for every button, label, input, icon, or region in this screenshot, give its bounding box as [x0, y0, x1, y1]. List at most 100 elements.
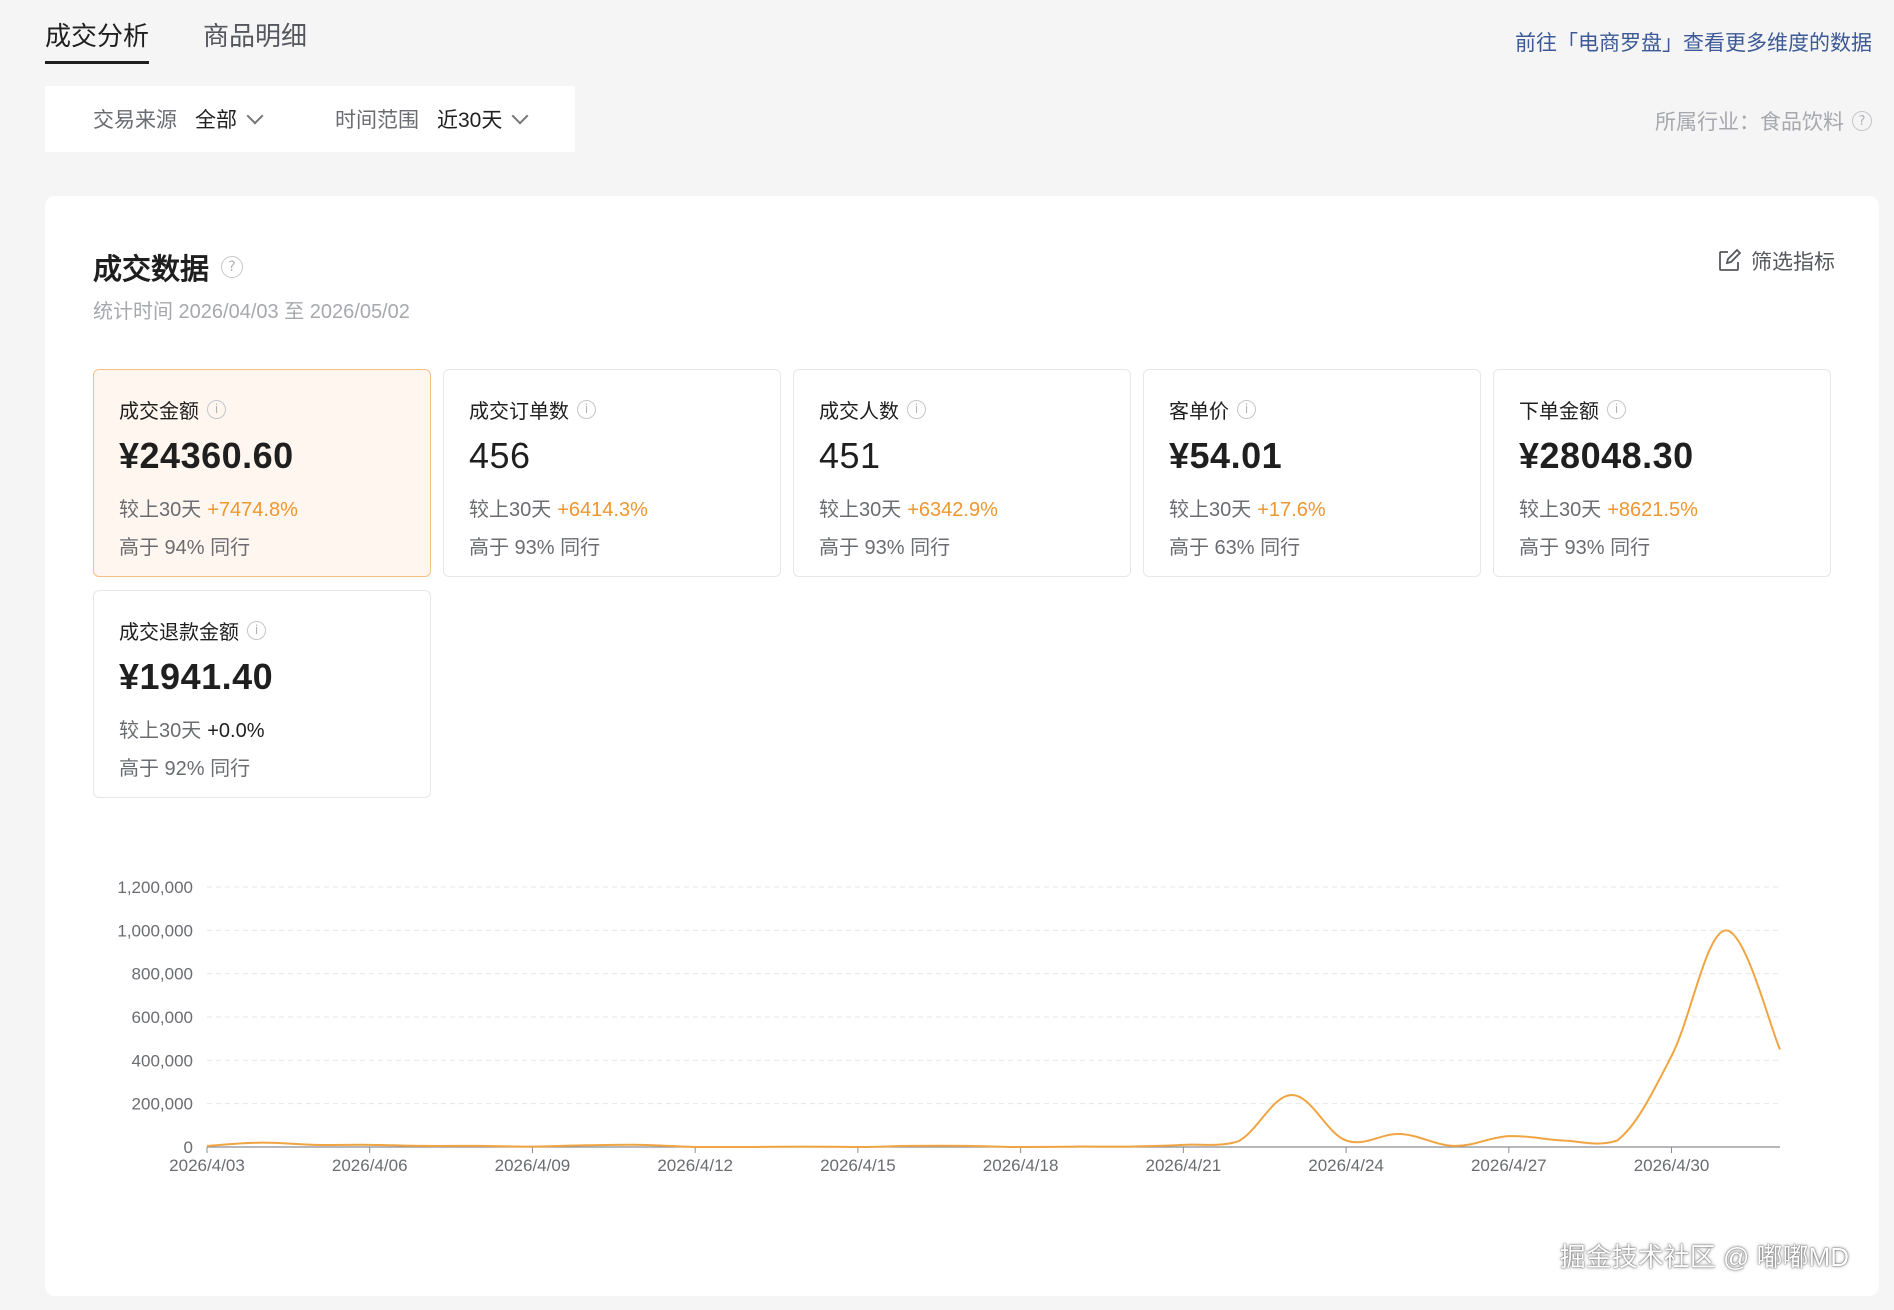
tab-deal-analysis[interactable]: 成交分析: [45, 0, 150, 64]
filter-label: 交易来源: [93, 109, 177, 132]
x-tick-label: 2026/4/21: [1146, 1156, 1222, 1175]
card-value: ¥1941.40: [119, 656, 274, 697]
y-tick-label: 200,000: [132, 1095, 193, 1114]
tab-product-detail[interactable]: 商品明细: [203, 0, 307, 64]
data-point: [368, 1143, 372, 1147]
filter-value: 全部: [195, 109, 237, 132]
watermark: 掘金技术社区 @ 嘟嘟MD: [1559, 1242, 1849, 1272]
data-point: [422, 1144, 426, 1148]
metric-card-gmv[interactable]: 成交金额 i ¥24360.60 较上30天 +7474.8% 高于 94% 同行: [93, 369, 431, 577]
data-point: [910, 1144, 914, 1148]
data-point: [747, 1145, 751, 1149]
y-tick-label: 600,000: [132, 1008, 193, 1027]
card-peer-rank: 高于 94% 同行: [119, 537, 251, 559]
data-point: [1019, 1145, 1023, 1149]
data-point: [1507, 1134, 1511, 1138]
card-compare: 较上30天 +7474.8%: [119, 493, 430, 522]
card-peer-rank: 高于 92% 同行: [119, 758, 251, 780]
compare-delta: +6342.9%: [907, 499, 998, 521]
compare-label: 较上30天: [819, 499, 902, 521]
data-point: [1181, 1143, 1185, 1147]
x-tick-label: 2026/4/30: [1634, 1156, 1710, 1175]
x-tick-label: 2026/4/24: [1308, 1156, 1384, 1175]
edit-icon: [1719, 249, 1741, 271]
data-point: [693, 1145, 697, 1149]
card-title-text: 客单价: [1169, 400, 1229, 423]
filter-label: 时间范围: [335, 109, 419, 132]
card-title-text: 成交金额: [119, 400, 199, 423]
info-icon[interactable]: i: [1237, 399, 1256, 419]
data-point: [1778, 1048, 1782, 1052]
compare-label: 较上30天: [1519, 499, 1602, 521]
card-title: 成交人数 i: [819, 396, 1130, 423]
x-tick-label: 2026/4/27: [1471, 1156, 1547, 1175]
metric-card-refund[interactable]: 成交退款金额 i ¥1941.40 较上30天 +0.0% 高于 92% 同行: [93, 590, 431, 798]
compare-delta: +8621.5%: [1607, 499, 1698, 521]
metric-card-order-amount[interactable]: 下单金额 i ¥28048.30 较上30天 +8621.5% 高于 93% 同行: [1493, 369, 1831, 577]
card-value: 451: [819, 435, 881, 476]
card-value: ¥24360.60: [119, 435, 294, 476]
compare-label: 较上30天: [1169, 499, 1252, 521]
info-icon[interactable]: i: [207, 399, 226, 419]
card-value: ¥54.01: [1169, 435, 1283, 476]
data-point: [1724, 928, 1728, 932]
help-icon[interactable]: ?: [1852, 111, 1872, 131]
compare-label: 较上30天: [469, 499, 552, 521]
metric-card-avg-price[interactable]: 客单价 i ¥54.01 较上30天 +17.6% 高于 63% 同行: [1143, 369, 1481, 577]
filter-time-range[interactable]: 时间范围 近30天: [335, 104, 529, 134]
top-tabs: 成交分析 商品明细: [45, 0, 307, 64]
card-value: 456: [469, 435, 531, 476]
data-point: [802, 1145, 806, 1149]
data-point: [1398, 1132, 1402, 1136]
data-point: [639, 1143, 643, 1147]
info-icon[interactable]: i: [907, 399, 926, 419]
data-point: [964, 1144, 968, 1148]
card-title: 下单金额 i: [1519, 396, 1830, 423]
card-peer-rank: 高于 93% 同行: [1519, 537, 1651, 559]
metric-card-orders[interactable]: 成交订单数 i 456 较上30天 +6414.3% 高于 93% 同行: [443, 369, 781, 577]
data-point: [585, 1143, 589, 1147]
compare-label: 较上30天: [119, 720, 202, 742]
x-tick-label: 2026/4/15: [820, 1156, 896, 1175]
compare-delta: +0.0%: [207, 720, 265, 742]
help-icon[interactable]: ?: [221, 256, 244, 278]
card-title: 成交订单数 i: [469, 396, 780, 423]
card-title: 客单价 i: [1169, 396, 1480, 423]
compass-link[interactable]: 前往「电商罗盘」查看更多维度的数据: [1515, 27, 1872, 57]
panel-title: 成交数据 ?: [93, 246, 244, 288]
card-compare: 较上30天 +8621.5%: [1519, 493, 1830, 522]
data-point: [530, 1145, 534, 1149]
series-line: [206, 929, 1781, 1149]
filter-value: 近30天: [437, 109, 503, 132]
panel-title-text: 成交数据: [93, 254, 210, 286]
filter-trade-source[interactable]: 交易来源 全部: [93, 104, 264, 134]
card-title-text: 成交退款金额: [119, 621, 239, 644]
card-compare: 较上30天 +0.0%: [119, 714, 430, 743]
y-tick-label: 1,000,000: [117, 921, 193, 940]
card-value: ¥28048.30: [1519, 435, 1694, 476]
filter-metrics-label: 筛选指标: [1751, 251, 1835, 274]
info-icon[interactable]: i: [1607, 399, 1626, 419]
industry-label: 所属行业：食品饮料 ?: [1655, 106, 1872, 136]
info-icon[interactable]: i: [247, 620, 266, 640]
x-tick-label: 2026/4/18: [983, 1156, 1059, 1175]
y-tick-label: 1,200,000: [117, 878, 193, 897]
card-compare: 较上30天 +17.6%: [1169, 493, 1480, 522]
filter-metrics-button[interactable]: 筛选指标: [1717, 246, 1835, 276]
card-title-text: 下单金额: [1519, 400, 1599, 423]
card-title: 成交退款金额 i: [119, 617, 430, 644]
data-point: [476, 1144, 480, 1148]
data-point: [1073, 1145, 1077, 1149]
data-point: [313, 1143, 317, 1147]
metric-card-buyers[interactable]: 成交人数 i 451 较上30天 +6342.9% 高于 93% 同行: [793, 369, 1131, 577]
x-tick-label: 2026/4/03: [169, 1156, 245, 1175]
info-icon[interactable]: i: [577, 399, 596, 419]
data-point: [856, 1145, 860, 1149]
card-title-text: 成交人数: [819, 400, 899, 423]
deal-data-panel: 成交数据 ? 统计时间 2026/04/03 至 2026/05/02 筛选指标…: [45, 196, 1879, 1296]
compare-delta: +17.6%: [1257, 499, 1326, 521]
data-point: [205, 1144, 209, 1148]
x-tick-label: 2026/4/09: [495, 1156, 571, 1175]
data-point: [1670, 1054, 1674, 1058]
stat-time: 统计时间 2026/04/03 至 2026/05/02: [93, 301, 410, 323]
